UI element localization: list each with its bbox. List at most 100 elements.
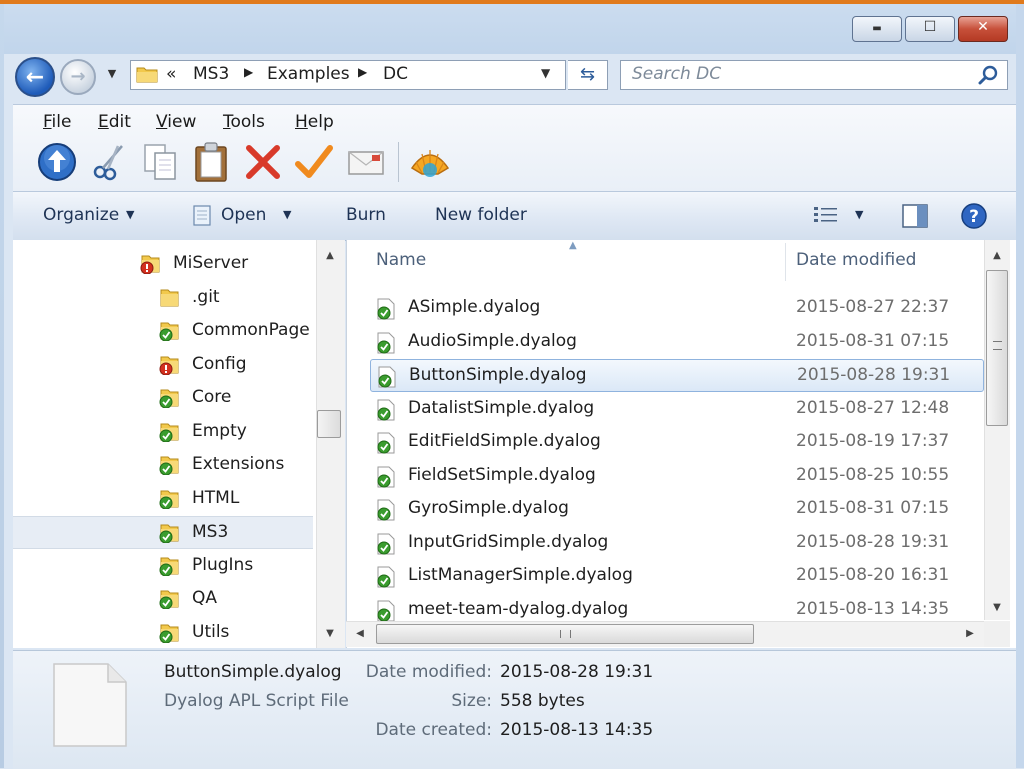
scroll-up-icon[interactable]: ▲	[320, 250, 340, 261]
tree-scroll-thumb[interactable]	[317, 410, 341, 438]
breadcrumb-separator[interactable]: ▶	[358, 65, 367, 79]
folder-ok-icon	[158, 453, 180, 476]
file-row[interactable]: DatalistSimple.dyalog 2015-08-27 12:48	[370, 393, 984, 426]
breadcrumb-separator[interactable]: ▶	[244, 65, 253, 79]
tree-item[interactable]: PlugIns	[13, 550, 313, 583]
organize-button[interactable]: Organize	[43, 205, 119, 225]
breadcrumb-ms3[interactable]: MS3	[193, 64, 229, 84]
file-row[interactable]: GyroSimple.dyalog 2015-08-31 07:15	[370, 493, 984, 526]
refresh-icon: ⇆	[579, 64, 596, 85]
checkmark-icon[interactable]	[292, 140, 336, 184]
view-details-icon[interactable]	[813, 205, 839, 225]
file-row[interactable]: ListManagerSimple.dyalog 2015-08-20 16:31	[370, 560, 984, 593]
shell-icon[interactable]	[408, 140, 452, 184]
tree-item-label: Config	[192, 353, 247, 374]
folder-ok-icon	[158, 386, 180, 409]
tree-item-label: .git	[192, 286, 220, 307]
open-button[interactable]: Open	[221, 205, 266, 225]
dyalog-file-icon	[376, 466, 396, 488]
file-row[interactable]: EditFieldSimple.dyalog 2015-08-19 17:37	[370, 426, 984, 459]
tree-item-label: MiServer	[173, 253, 249, 273]
tree-item[interactable]: .git	[13, 282, 313, 315]
recent-pages-dropdown[interactable]: ▼	[105, 67, 119, 81]
copy-icon[interactable]	[139, 140, 183, 184]
open-dropdown-icon[interactable]: ▼	[283, 208, 291, 221]
scroll-right-icon[interactable]: ▶	[960, 628, 980, 639]
column-header-date-modified[interactable]: Date modified	[796, 250, 916, 270]
delete-icon[interactable]	[241, 140, 285, 184]
email-icon[interactable]	[344, 140, 388, 184]
breadcrumb-overflow[interactable]: «	[166, 64, 176, 84]
scroll-up-icon[interactable]: ▲	[987, 250, 1007, 261]
menu-edit[interactable]: Edit	[98, 112, 131, 132]
open-file-icon	[193, 205, 211, 226]
forward-button[interactable]: →	[60, 59, 96, 95]
menu-tools[interactable]: Tools	[223, 112, 265, 132]
address-dropdown-icon[interactable]: ▼	[541, 66, 550, 80]
close-button[interactable]: ✕	[958, 16, 1008, 42]
tree-item-label: HTML	[192, 487, 240, 508]
breadcrumb-examples[interactable]: Examples	[267, 64, 350, 84]
tree-item[interactable]: MiServer	[13, 248, 313, 281]
file-date-modified: 2015-08-20 16:31	[796, 565, 950, 585]
vertical-scroll-thumb[interactable]	[986, 270, 1008, 426]
folder-error-icon	[139, 252, 161, 275]
back-button[interactable]: ←	[15, 57, 55, 97]
tree-item[interactable]: Empty	[13, 416, 313, 449]
window-frame-left	[0, 4, 4, 768]
tree-item-label: Utils	[192, 621, 230, 642]
tree-scrollbar[interactable]	[316, 240, 345, 648]
tree-item[interactable]: Core	[13, 382, 313, 415]
menu-file[interactable]: File	[43, 112, 71, 132]
column-header-name[interactable]: Name	[376, 250, 426, 270]
folder-ok-icon	[158, 587, 180, 610]
burn-button[interactable]: Burn	[346, 205, 386, 225]
file-name: AudioSimple.dyalog	[408, 330, 577, 351]
tree-item[interactable]: Utils	[13, 617, 313, 650]
file-row[interactable]: AudioSimple.dyalog 2015-08-31 07:15	[370, 326, 984, 359]
tree-item[interactable]: MS3	[13, 516, 313, 549]
tree-item[interactable]: QA	[13, 583, 313, 616]
minimize-icon: ▬	[872, 23, 882, 34]
tree-item-label: Empty	[192, 420, 247, 441]
scroll-down-icon[interactable]: ▼	[320, 628, 340, 639]
view-dropdown-icon[interactable]: ▼	[855, 208, 863, 221]
menu-view[interactable]: View	[156, 112, 196, 132]
refresh-button[interactable]: ⇆	[568, 60, 608, 90]
file-row[interactable]: ButtonSimple.dyalog 2015-08-28 19:31	[370, 359, 984, 392]
tree-item[interactable]: Extensions	[13, 449, 313, 482]
cut-icon[interactable]	[88, 140, 132, 184]
organize-dropdown-icon[interactable]: ▼	[126, 208, 134, 221]
folder-ok-icon	[158, 487, 180, 509]
folder-ok-icon	[158, 420, 180, 442]
file-name: ButtonSimple.dyalog	[409, 365, 587, 385]
menu-help[interactable]: Help	[295, 112, 334, 132]
file-row[interactable]: FieldSetSimple.dyalog 2015-08-25 10:55	[370, 460, 984, 493]
horizontal-scroll-thumb[interactable]	[376, 624, 754, 644]
scroll-left-icon[interactable]: ◀	[350, 628, 370, 639]
scroll-down-icon[interactable]: ▼	[987, 602, 1007, 613]
file-row[interactable]: InputGridSimple.dyalog 2015-08-28 19:31	[370, 527, 984, 560]
up-folder-icon[interactable]	[35, 140, 79, 184]
paste-icon[interactable]	[190, 140, 234, 184]
maximize-icon: ☐	[923, 19, 937, 35]
tree-item[interactable]: HTML	[13, 483, 313, 516]
file-date-modified: 2015-08-13 14:35	[796, 598, 950, 619]
tree-item[interactable]: Config	[13, 349, 313, 382]
scrollbar-corner	[984, 621, 1010, 647]
file-row[interactable]: ASimple.dyalog 2015-08-27 22:37	[370, 292, 984, 325]
tree-item[interactable]: CommonPage	[13, 315, 313, 348]
minimize-button[interactable]: ▬	[852, 16, 902, 42]
folder-ok-icon	[158, 554, 180, 576]
maximize-button[interactable]: ☐	[905, 16, 955, 42]
column-separator[interactable]	[785, 243, 786, 281]
file-date-modified: 2015-08-25 10:55	[796, 464, 950, 485]
help-icon[interactable]: ?	[960, 202, 988, 230]
new-folder-button[interactable]: New folder	[435, 205, 527, 225]
folder-ok-icon	[158, 319, 180, 342]
breadcrumb-dc[interactable]: DC	[383, 64, 408, 84]
preview-pane-icon[interactable]	[902, 204, 928, 228]
search-icon[interactable]	[978, 64, 1000, 86]
navigation-pane[interactable]: MiServer .git CommonPage Config Core Empty Ext…	[13, 240, 345, 648]
toolbar-divider	[398, 142, 399, 182]
